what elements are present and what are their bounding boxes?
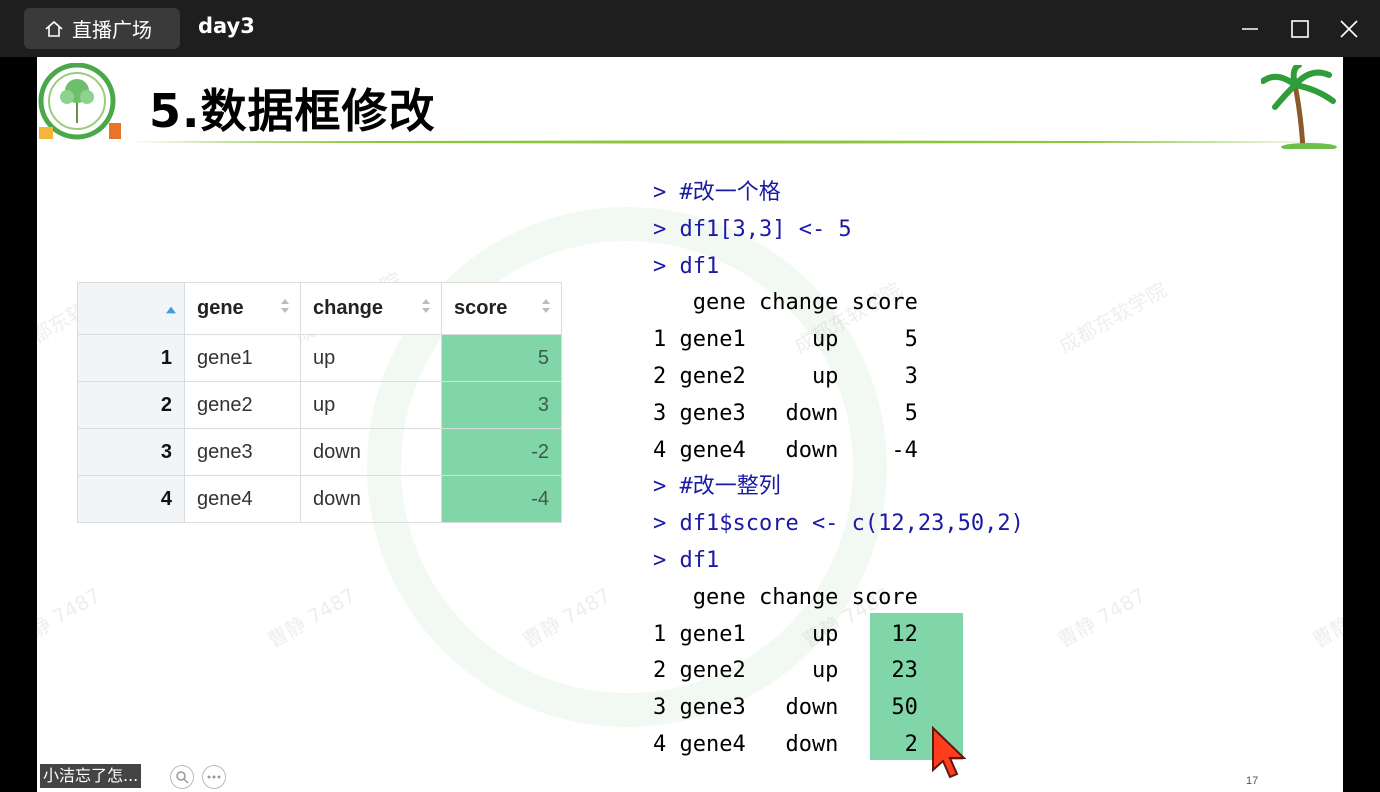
- home-icon: [45, 20, 63, 37]
- home-tab-label: 直播广场: [72, 18, 152, 42]
- close-icon: [1340, 20, 1358, 38]
- document-title: day3: [198, 14, 255, 38]
- row-index: 2: [77, 381, 185, 429]
- console-output: gene change score: [653, 584, 918, 610]
- slide-title: 5.数据框修改: [149, 84, 436, 138]
- cell-score: -4: [441, 475, 562, 523]
- slide: 成都东软学院 成都东软学院 成都东软学院 成都东软学院 曹静 7487 曹静 7…: [37, 57, 1343, 792]
- sort-icon: [281, 299, 289, 313]
- console-command: > #改一个格: [653, 180, 781, 205]
- maximize-button[interactable]: [1283, 12, 1317, 46]
- column-header-gene[interactable]: gene: [184, 282, 301, 335]
- column-header-change[interactable]: change: [300, 282, 442, 335]
- sort-ascending-icon: [166, 306, 176, 314]
- page-number: 17: [1246, 775, 1259, 787]
- cell-score: 3: [441, 381, 562, 429]
- minimize-icon: [1242, 28, 1258, 30]
- cell-gene: gene3: [184, 428, 301, 476]
- chat-notice[interactable]: 小洁忘了怎...: [40, 764, 142, 788]
- data-viewer-table: gene change score 1 gene1 up 5 2 gene2 u…: [77, 282, 562, 523]
- cell-score: -2: [441, 428, 562, 476]
- console-output: 2 gene2 up 23: [653, 658, 918, 684]
- console-command: > #改一整列: [653, 474, 781, 500]
- cell-change: down: [300, 428, 442, 476]
- row-index-header[interactable]: [77, 282, 185, 335]
- sort-icon: [542, 299, 550, 313]
- home-tab[interactable]: 直播广场: [24, 8, 180, 49]
- pointer-cursor-icon: [932, 726, 967, 779]
- column-header-label: score: [454, 297, 508, 319]
- table-row: 1 gene1 up 5: [77, 334, 562, 382]
- cell-gene: gene1: [184, 334, 301, 382]
- column-header-score[interactable]: score: [441, 282, 562, 335]
- table-row: 3 gene3 down -2: [77, 428, 562, 476]
- cell-change: down: [300, 475, 442, 523]
- console-output: 1 gene1 up 12: [653, 621, 918, 647]
- column-header-label: change: [313, 297, 384, 319]
- console-output: 3 gene3 down 5: [653, 400, 918, 426]
- console-command: > df1[3,3] <- 5: [653, 216, 852, 242]
- r-console: > #改一个格 > df1[3,3] <- 5 > df1 gene chang…: [653, 175, 1024, 764]
- watermark-text: 曹静 7487: [37, 583, 105, 653]
- watermark-text: 曹静 7487: [1053, 583, 1150, 653]
- console-command: > df1: [653, 547, 720, 573]
- cell-score: 5: [441, 334, 562, 382]
- cell-gene: gene4: [184, 475, 301, 523]
- close-button[interactable]: [1332, 12, 1366, 46]
- console-command: > df1: [653, 253, 720, 279]
- table-row: 2 gene2 up 3: [77, 381, 562, 429]
- console-output: 2 gene2 up 3: [653, 363, 918, 389]
- title-bar: 直播广场 day3: [0, 0, 1380, 57]
- watermark-text: 曹静 7487: [1308, 583, 1343, 653]
- console-command: > df1$score <- c(12,23,50,2): [653, 511, 1024, 537]
- column-header-label: gene: [197, 297, 244, 319]
- school-logo: [38, 63, 121, 140]
- watermark-text: 成都东软学院: [1054, 277, 1171, 359]
- maximize-icon: [1291, 20, 1309, 38]
- row-index: 4: [77, 475, 185, 523]
- row-index: 3: [77, 428, 185, 476]
- console-output: 1 gene1 up 5: [653, 327, 918, 353]
- minimize-button[interactable]: [1233, 12, 1267, 46]
- table-row: 4 gene4 down -4: [77, 475, 562, 523]
- more-icon[interactable]: [202, 765, 226, 789]
- cell-change: up: [300, 334, 442, 382]
- table-header-row: gene change score: [77, 282, 562, 335]
- cell-change: up: [300, 381, 442, 429]
- watermark-text: 曹静 7487: [263, 583, 360, 653]
- console-output: gene change score: [653, 290, 918, 316]
- palm-tree-icon: [1261, 65, 1337, 149]
- console-output: 3 gene3 down 50: [653, 695, 918, 721]
- sort-icon: [422, 299, 430, 313]
- search-icon[interactable]: [170, 765, 194, 789]
- row-index: 1: [77, 334, 185, 382]
- cell-gene: gene2: [184, 381, 301, 429]
- console-output: 4 gene4 down -4: [653, 437, 918, 463]
- title-underline: [121, 140, 1336, 144]
